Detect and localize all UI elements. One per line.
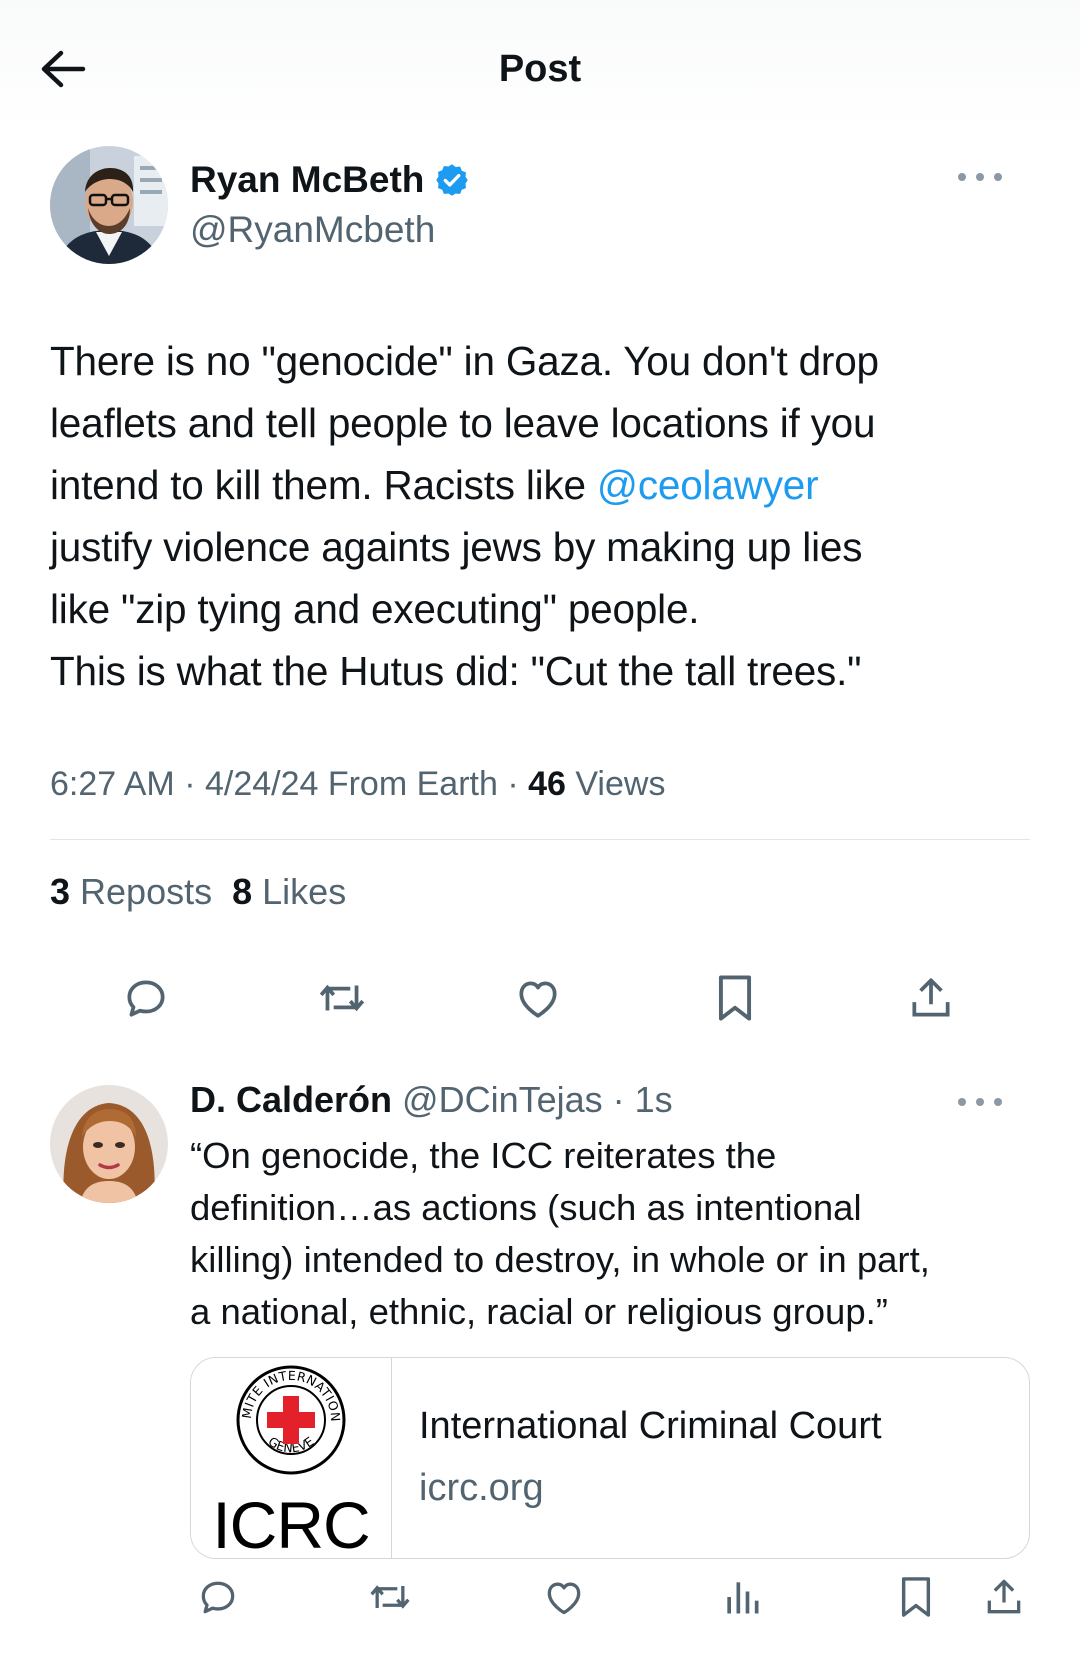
repost-icon [319,984,365,1012]
reply-bookmark-button[interactable] [888,1569,944,1625]
reply-text-line: killing) intended to destroy, in whole o… [190,1239,930,1280]
reply-icon [201,1581,235,1614]
reply-repost-button[interactable] [362,1569,418,1625]
reply-author-handle[interactable]: @DCinTejas [402,1079,603,1120]
more-options-button[interactable] [958,165,1002,189]
bookmark-button[interactable] [707,970,763,1026]
likes-count: 8 [232,871,253,912]
link-card-title: International Criminal Court [419,1405,882,1447]
link-card[interactable]: COMITE INTERNATIONAL GENEVE ICRC Interna… [190,1357,1030,1559]
post-text-line: justify violence againts jews by making … [50,524,863,570]
share-button[interactable] [903,970,959,1026]
bookmark-icon [718,975,752,1021]
reply-author-avatar[interactable] [50,1085,168,1203]
reply-like-button[interactable] [536,1569,592,1625]
post-text-line: leaflets and tell people to leave locati… [50,400,876,446]
more-dot-icon [976,1098,984,1106]
author-name-row[interactable]: Ryan McBeth [190,158,470,202]
reply-more-options-button[interactable] [958,1090,1002,1114]
reply-author-name[interactable]: D. Calderón [190,1079,392,1120]
more-dot-icon [994,1098,1002,1106]
share-icon [987,1579,1021,1614]
post-text-line: There is no "genocide" in Gaza. You don'… [50,338,879,384]
mention-link[interactable]: @ceolawyer [597,462,819,508]
link-card-thumbnail: COMITE INTERNATIONAL GENEVE ICRC [191,1358,392,1558]
reposts-label: Reposts [70,871,213,912]
reply-icon [127,980,165,1017]
reply-share-button[interactable] [976,1569,1032,1625]
bookmark-icon [901,1577,931,1617]
like-icon [519,981,557,1018]
post-text: There is no "genocide" in Gaza. You don'… [50,330,1040,702]
reply-text-line: a national, ethnic, racial or religious … [190,1291,888,1332]
reposts-count: 3 [50,871,71,912]
like-button[interactable] [510,970,566,1026]
post-text-segment: intend to kill them. Racists like [50,462,597,508]
author-avatar[interactable] [50,146,168,264]
more-dot-icon [976,173,984,181]
reply-analytics-button[interactable] [714,1569,770,1625]
reply-timestamp[interactable]: · 1s [603,1079,673,1120]
post-timestamp[interactable]: 6:27 AM · 4/24/24 From Earth · [50,765,528,803]
repost-icon [370,1585,410,1609]
reply-text: “On genocide, the ICC reiterates the def… [190,1130,1040,1338]
share-icon [912,978,950,1017]
post-meta: 6:27 AM · 4/24/24 From Earth · 46 Views [50,762,665,806]
post-text-line: like "zip tying and executing" people. [50,586,700,632]
reply-text-line: “On genocide, the ICC reiterates the [190,1135,777,1176]
more-dot-icon [994,173,1002,181]
reply-header: D. Calderón @DCinTejas · 1s [190,1078,673,1122]
icrc-logo-text: ICRC [212,1488,370,1559]
author-handle[interactable]: @RyanMcbeth [190,208,435,252]
more-dot-icon [958,173,966,181]
views-count: 46 [528,765,566,803]
reply-reply-button[interactable] [190,1569,246,1625]
more-dot-icon [958,1098,966,1106]
link-card-domain: icrc.org [419,1467,544,1509]
likes-label: Likes [252,871,347,912]
author-name[interactable]: Ryan McBeth [190,158,424,202]
icrc-emblem-icon: COMITE INTERNATIONAL GENEVE [233,1362,346,1475]
reposts-stat[interactable]: 3 Reposts [50,871,212,912]
divider [50,839,1030,840]
likes-stat[interactable]: 8 Likes [232,871,346,912]
views-label: Views [565,765,666,803]
post-text-line: intend to kill them. Racists like @ceola… [50,454,1040,516]
reply-text-line: definition…as actions (such as intention… [190,1187,862,1228]
reply-button[interactable] [118,970,174,1026]
post-text-line: This is what the Hutus did: "Cut the tal… [50,648,862,694]
repost-button[interactable] [314,970,370,1026]
page-title: Post [498,48,582,90]
engagement-stats: 3 Reposts 8 Likes [50,870,346,914]
analytics-icon [727,1582,759,1614]
verified-badge-icon [436,164,469,196]
like-icon [547,1582,581,1615]
